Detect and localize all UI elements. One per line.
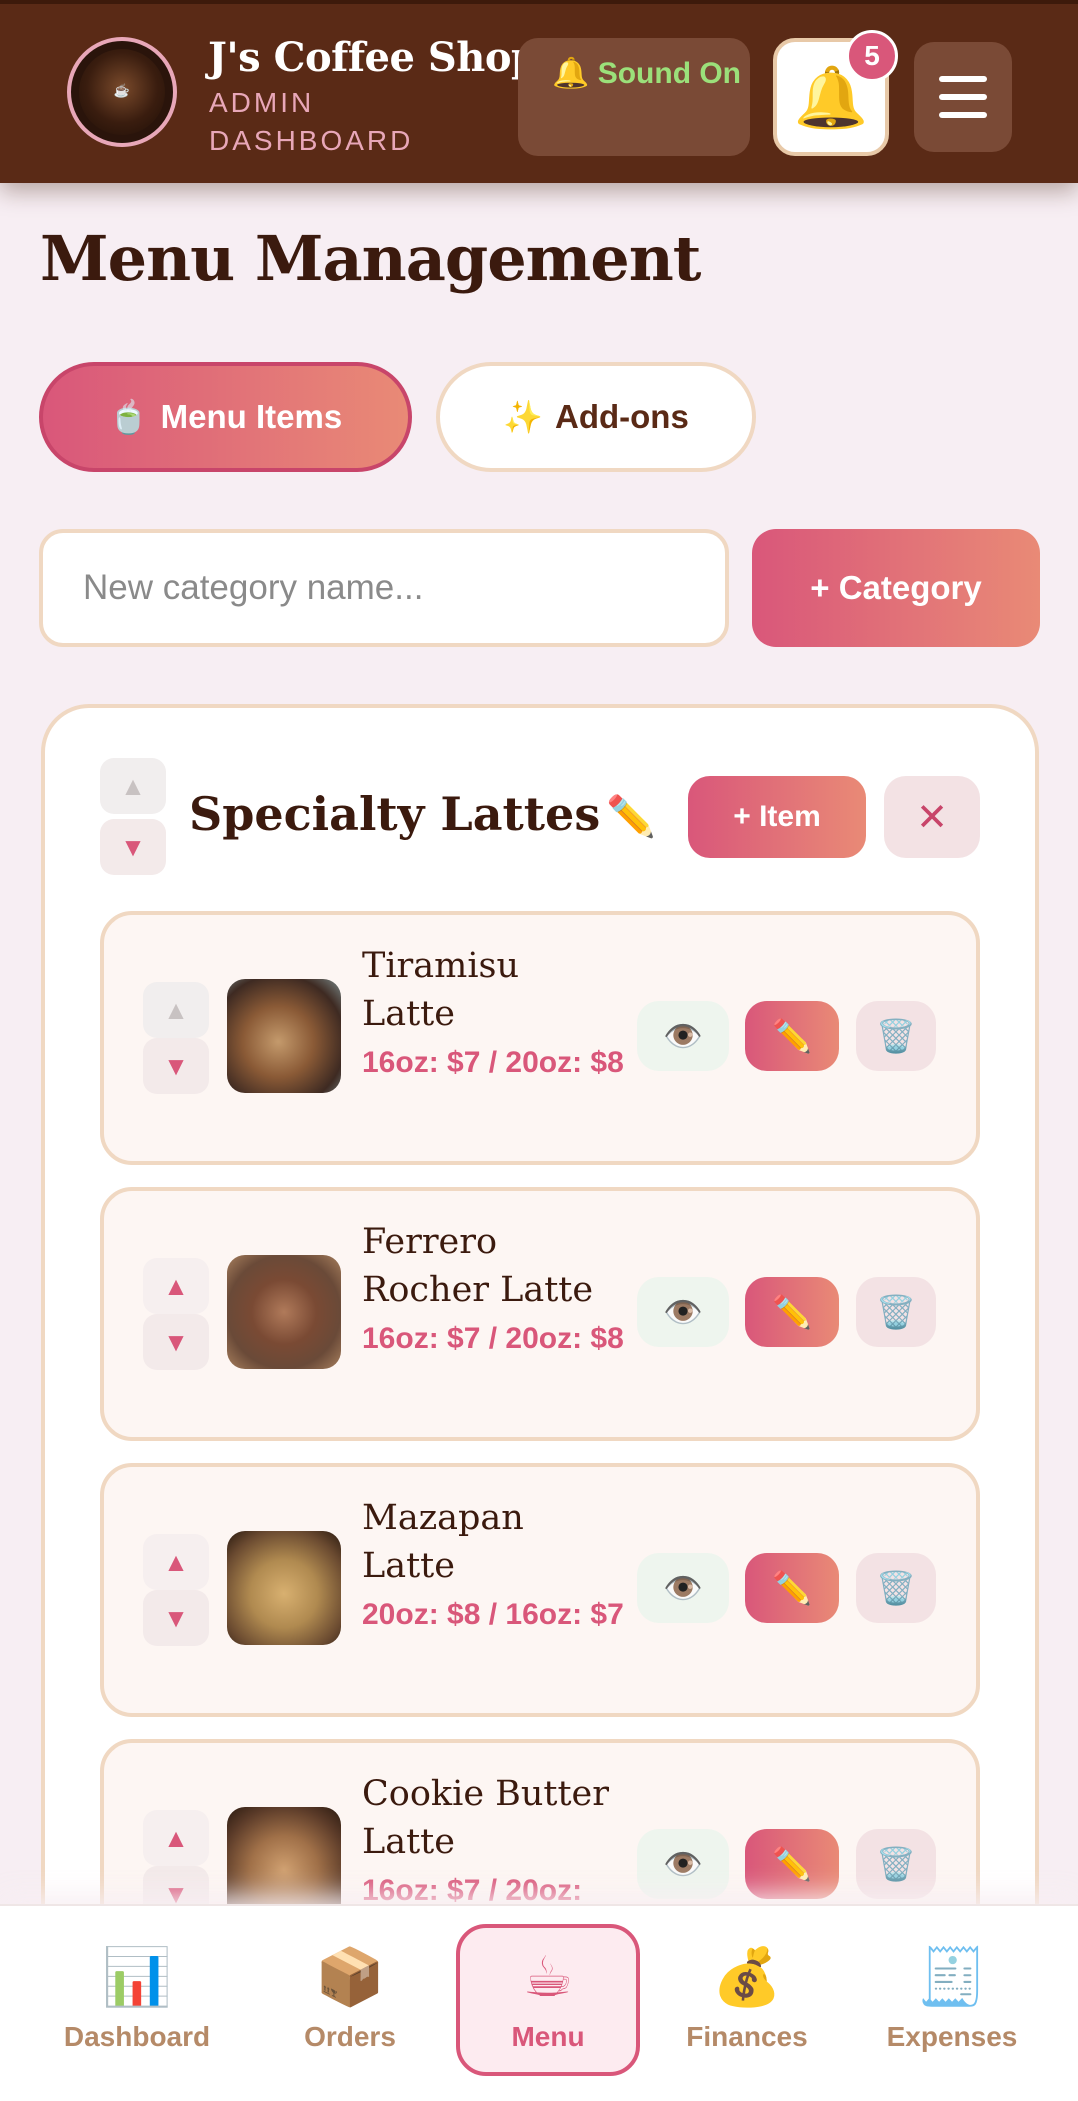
item-name: Tiramisu Latte <box>362 946 520 1034</box>
hamburger-icon-line <box>939 94 987 100</box>
category-move-up-button[interactable]: ▲ <box>100 758 166 814</box>
item-move-up-button[interactable]: ▲ <box>143 1534 209 1590</box>
item-move-down-button[interactable]: ▼ <box>143 1314 209 1370</box>
delete-item-button[interactable]: 🗑️ <box>856 1829 936 1899</box>
sound-toggle-label: Sound On <box>597 57 742 90</box>
item-photo <box>227 979 341 1093</box>
item-photo <box>227 1531 341 1645</box>
item-name: Ferrero Rocher Latte <box>362 1222 594 1310</box>
edit-item-button[interactable]: ✏️ <box>745 1553 839 1623</box>
eye-icon: 👁️ <box>663 1294 703 1330</box>
delete-item-button[interactable]: 🗑️ <box>856 1001 936 1071</box>
app-header: ☕ J's Coffee Shop ADMIN DASHBOARD 🔔 Soun… <box>0 0 1078 183</box>
item-move-up-button[interactable]: ▲ <box>143 1810 209 1866</box>
sparkles-icon: ✨ <box>503 399 544 435</box>
nav-dashboard[interactable]: 📊 Dashboard <box>52 1924 222 2076</box>
toggle-visibility-button[interactable]: 👁️ <box>637 1829 729 1899</box>
tab-menu-items[interactable]: 🍵 Menu Items <box>39 362 412 472</box>
item-move-up-button[interactable]: ▲ <box>143 982 209 1038</box>
nav-finances[interactable]: 💰 Finances <box>672 1924 822 2076</box>
receipt-icon: 🧾 <box>917 1945 987 2008</box>
tab-label: Menu Items <box>160 398 343 435</box>
trash-icon: 🗑️ <box>876 1294 916 1330</box>
sound-toggle-button[interactable]: 🔔 Sound On <box>518 38 750 156</box>
nav-label: Expenses <box>886 2021 1018 2052</box>
money-bag-icon: 💰 <box>712 1945 782 2008</box>
add-item-button[interactable]: + Item <box>688 776 866 858</box>
item-move-up-button[interactable]: ▲ <box>143 1258 209 1314</box>
toggle-visibility-button[interactable]: 👁️ <box>637 1553 729 1623</box>
hamburger-menu-button[interactable] <box>914 42 1012 152</box>
edit-item-button[interactable]: ✏️ <box>745 1277 839 1347</box>
item-move-down-button[interactable]: ▼ <box>143 1038 209 1094</box>
category-move-down-button[interactable]: ▼ <box>100 819 166 875</box>
toggle-visibility-button[interactable]: 👁️ <box>637 1277 729 1347</box>
item-price: 20oz: $8 / 16oz: $7 <box>362 1598 624 1631</box>
item-name: Mazapan Latte <box>362 1498 524 1586</box>
nav-orders[interactable]: 📦 Orders <box>275 1924 425 2076</box>
delete-item-button[interactable]: 🗑️ <box>856 1277 936 1347</box>
nav-menu[interactable]: ☕ Menu <box>456 1924 640 2076</box>
edit-item-button[interactable]: ✏️ <box>745 1001 839 1071</box>
item-price: 16oz: $7 / 20oz: $8 <box>362 1046 624 1079</box>
page-title: Menu Management <box>40 222 701 295</box>
tab-add-ons[interactable]: ✨ Add-ons <box>436 362 756 472</box>
new-category-input[interactable] <box>39 529 729 647</box>
bar-chart-icon: 📊 <box>102 1945 172 2008</box>
coffee-cup-icon: ☕ <box>522 1945 574 2008</box>
logo-emblem: ☕ <box>79 49 165 135</box>
nav-label: Menu <box>511 2021 585 2052</box>
pencil-icon: ✏️ <box>772 1846 812 1882</box>
tea-cup-icon: 🍵 <box>108 399 149 435</box>
package-icon: 📦 <box>315 1945 385 2008</box>
hamburger-icon-line <box>939 112 987 118</box>
shop-logo: ☕ <box>67 37 177 147</box>
delete-category-button[interactable]: ✕ <box>884 776 980 858</box>
edit-category-pencil-icon[interactable]: ✏️ <box>606 793 656 840</box>
eye-icon: 👁️ <box>663 1018 703 1054</box>
nav-expenses[interactable]: 🧾 Expenses <box>872 1924 1032 2076</box>
delete-item-button[interactable]: 🗑️ <box>856 1553 936 1623</box>
add-category-button[interactable]: + Category <box>752 529 1040 647</box>
pencil-icon: ✏️ <box>772 1294 812 1330</box>
category-title: Specialty Lattes ✏️ <box>189 787 656 841</box>
item-price: 16oz: $7 / 20oz: $8 <box>362 1322 624 1355</box>
eye-icon: 👁️ <box>663 1846 703 1882</box>
item-name: Cookie Butter Latte <box>362 1774 609 1862</box>
pencil-icon: ✏️ <box>772 1018 812 1054</box>
trash-icon: 🗑️ <box>876 1846 916 1882</box>
trash-icon: 🗑️ <box>876 1018 916 1054</box>
pencil-icon: ✏️ <box>772 1570 812 1606</box>
nav-label: Orders <box>304 2021 396 2052</box>
edit-item-button[interactable]: ✏️ <box>745 1829 839 1899</box>
trash-icon: 🗑️ <box>876 1570 916 1606</box>
category-name: Specialty Lattes <box>189 787 601 841</box>
toggle-visibility-button[interactable]: 👁️ <box>637 1001 729 1071</box>
eye-icon: 👁️ <box>663 1570 703 1606</box>
nav-label: Finances <box>686 2021 808 2052</box>
sound-bell-icon: 🔔 <box>552 57 590 90</box>
shop-name: J's Coffee Shop <box>208 34 539 81</box>
dashboard-subtitle: ADMIN DASHBOARD <box>209 87 414 156</box>
nav-label: Dashboard <box>63 2021 211 2052</box>
notification-count-badge: 5 <box>846 30 898 82</box>
item-photo <box>227 1255 341 1369</box>
tab-label: Add-ons <box>555 398 689 435</box>
item-move-down-button[interactable]: ▼ <box>143 1590 209 1646</box>
hamburger-icon-line <box>939 76 987 82</box>
